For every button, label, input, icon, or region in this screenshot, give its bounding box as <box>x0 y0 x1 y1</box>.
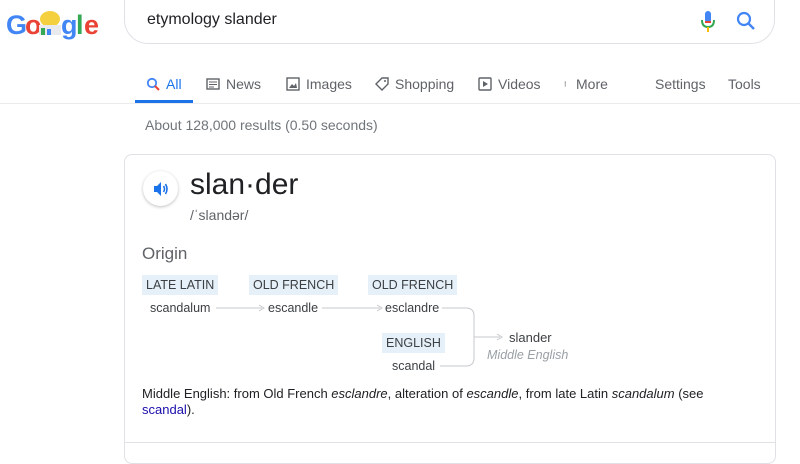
origin-description: Middle English: from Old French esclandr… <box>142 386 742 418</box>
desc-term: esclandre <box>331 386 388 401</box>
desc-text: , from late Latin <box>518 386 612 401</box>
language-label: OLD FRENCH <box>368 275 458 295</box>
result-form: slander <box>509 330 552 345</box>
desc-term: escandle <box>466 386 519 401</box>
etymon-form: escandle <box>268 301 319 315</box>
desc-term: scandalum <box>611 386 675 401</box>
desc-text: , alteration of <box>387 386 467 401</box>
desc-text: (see <box>674 386 704 401</box>
language-label: ENGLISH <box>382 333 445 353</box>
language-label: LATE LATIN <box>142 275 219 295</box>
scandal-link[interactable]: scandal <box>142 402 187 417</box>
etymology-connectors <box>216 304 503 367</box>
language-label: OLD FRENCH <box>249 275 339 295</box>
connector-line <box>440 307 475 367</box>
result-language: Middle English <box>487 348 569 362</box>
desc-text: Middle English: from Old French <box>142 386 332 401</box>
etymon-form: scandalum <box>150 301 211 315</box>
desc-text: ). <box>186 402 195 417</box>
etymon-form: scandal <box>392 359 436 373</box>
etymon-form: esclandre <box>385 301 440 315</box>
divider <box>125 442 775 443</box>
